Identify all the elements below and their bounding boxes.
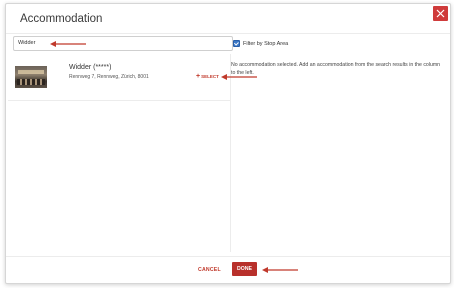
filter-label: Filter by Stop Area [243,40,289,47]
plus-icon: + [196,73,201,80]
dialog-title: Accommodation [20,13,103,25]
annotation-arrow-select [221,74,257,80]
select-label: SELECT [201,74,219,79]
filter-by-stop-area[interactable]: Filter by Stop Area [233,40,288,47]
hotel-thumbnail [15,66,47,88]
done-button[interactable]: DONE [232,262,257,276]
select-button[interactable]: + SELECT [196,73,219,80]
close-icon [436,9,445,18]
annotation-arrow-done [262,267,298,273]
hotel-address: Rennweg 7, Rennweg, Zürich, 8001 [69,74,149,80]
filter-checkbox[interactable] [233,40,240,47]
hotel-name: Widder (*****) [69,64,112,71]
search-results-column: Widder (*****) Rennweg 7, Rennweg, Züric… [8,54,231,252]
annotation-arrow-search [50,41,86,47]
footer-divider [6,256,450,257]
header-divider [6,33,450,34]
selection-info-text: No accommodation selected. Add an accomm… [231,62,441,76]
result-item: Widder (*****) Rennweg 7, Rennweg, Züric… [8,54,230,101]
cancel-button[interactable]: CANCEL [198,267,221,273]
close-button[interactable] [433,6,448,21]
search-input[interactable]: Widder [13,36,233,51]
